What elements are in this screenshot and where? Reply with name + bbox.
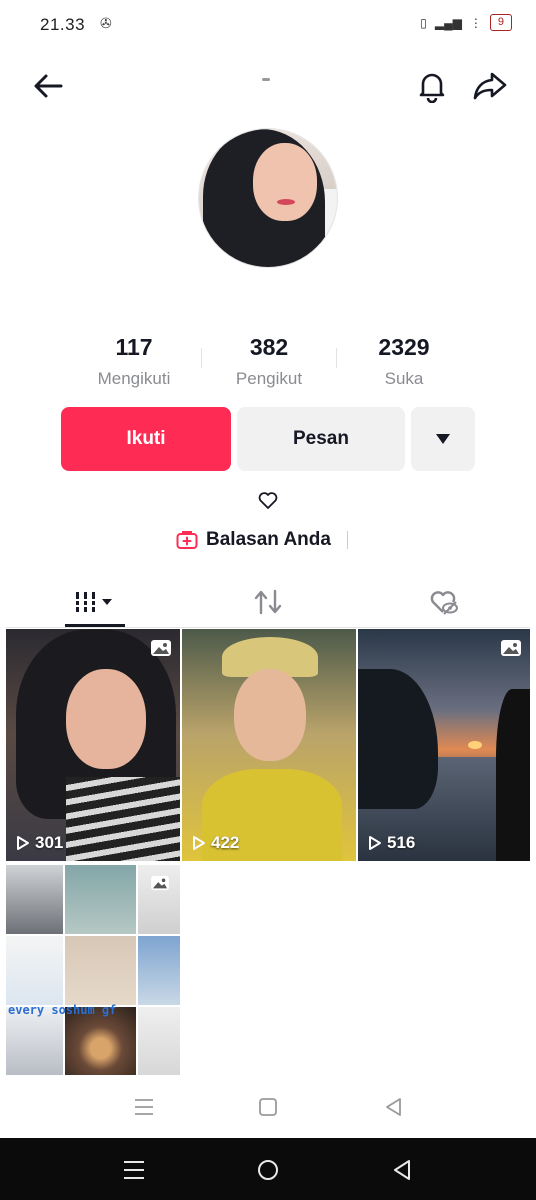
home-button[interactable] xyxy=(256,1096,280,1118)
notification-button[interactable] xyxy=(410,64,454,108)
following-label: Mengikuti xyxy=(97,369,171,388)
system-back-button[interactable] xyxy=(388,1156,416,1184)
view-count-value: 516 xyxy=(387,833,416,852)
tab-videos[interactable] xyxy=(66,584,126,620)
back-button[interactable] xyxy=(26,64,70,108)
stat-likes: 2329 Suka xyxy=(339,334,469,389)
follow-button[interactable]: Ikuti xyxy=(61,407,231,471)
followers-label: Pengikut xyxy=(235,369,303,388)
likes-label: Suka xyxy=(384,369,424,388)
share-button[interactable] xyxy=(468,64,512,108)
view-count: 301 xyxy=(16,833,63,853)
status-icons: ▯ ▂▄▆ ⋮ 9 xyxy=(420,14,512,31)
action-buttons: Ikuti Pesan xyxy=(0,407,536,471)
play-icon xyxy=(193,836,205,850)
bell-icon xyxy=(419,73,445,103)
view-count: 516 xyxy=(368,833,415,853)
status-bar: 21.33 ✇ ▯ ▂▄▆ ⋮ 9 xyxy=(0,0,536,48)
tab-liked[interactable] xyxy=(414,584,474,620)
tab-indicator xyxy=(65,624,125,627)
stat-divider xyxy=(336,348,337,368)
view-count-value: 422 xyxy=(211,833,240,852)
divider xyxy=(346,531,348,549)
heart-icon xyxy=(258,492,278,509)
top-nav xyxy=(0,60,536,114)
more-button[interactable] xyxy=(411,407,475,471)
media-icon: ✇ xyxy=(100,15,112,31)
photo-icon xyxy=(151,640,171,656)
following-count: 117 xyxy=(115,334,153,360)
stat-followers[interactable]: 382 Pengikut xyxy=(204,334,334,389)
collage-caption: every soshum gf xyxy=(8,1003,117,1017)
wifi-icon: ⋮ xyxy=(469,15,482,30)
menu-icon xyxy=(124,1161,144,1179)
replies-link[interactable]: Balasan Anda xyxy=(176,526,348,554)
square-icon xyxy=(259,1098,277,1116)
profile-stats: 117 Mengikuti 382 Pengikut 2329 Suka xyxy=(0,334,536,394)
battery-icon: 9 xyxy=(489,14,512,31)
system-menu-button[interactable] xyxy=(120,1156,148,1184)
liked-hidden-icon xyxy=(430,591,458,615)
recent-apps-button[interactable] xyxy=(132,1096,156,1118)
system-navigation-bar xyxy=(0,1138,536,1200)
stat-divider xyxy=(201,348,202,368)
video-tile[interactable]: 516 xyxy=(358,629,530,861)
video-tile[interactable]: 422 xyxy=(182,629,356,861)
tab-reposts[interactable] xyxy=(238,584,298,620)
username-placeholder xyxy=(262,78,270,81)
system-home-button[interactable] xyxy=(254,1156,282,1184)
share-icon xyxy=(473,72,507,100)
replies-label: Balasan Anda xyxy=(206,529,331,550)
content-tabs xyxy=(6,576,530,628)
reply-icon xyxy=(176,531,198,549)
stat-following[interactable]: 117 Mengikuti xyxy=(69,334,199,389)
play-icon xyxy=(369,836,381,850)
app-navigation-bar xyxy=(0,1076,536,1136)
photo-collage-tile[interactable]: every soshum gf xyxy=(6,865,180,1075)
caret-down-icon xyxy=(436,434,450,444)
vibrate-icon: ▯ xyxy=(420,15,427,30)
signal-icon: ▂▄▆ xyxy=(434,15,462,30)
menu-icon xyxy=(135,1099,153,1115)
avatar[interactable] xyxy=(198,128,338,268)
repost-icon xyxy=(254,589,282,615)
play-icon xyxy=(17,836,29,850)
photo-icon xyxy=(151,875,169,891)
view-count-value: 301 xyxy=(35,833,64,852)
photo-icon xyxy=(501,640,521,656)
followers-count: 382 xyxy=(249,334,289,360)
triangle-back-icon xyxy=(394,1160,410,1180)
circle-icon xyxy=(258,1160,278,1180)
video-tile[interactable]: 301 xyxy=(6,629,180,861)
back-nav-button[interactable] xyxy=(382,1096,406,1118)
grid-icon xyxy=(76,592,112,612)
view-count: 422 xyxy=(192,833,239,853)
status-time: 21.33 xyxy=(40,15,86,34)
arrow-left-icon xyxy=(34,74,63,98)
triangle-back-icon xyxy=(386,1098,401,1116)
message-button[interactable]: Pesan xyxy=(237,407,405,471)
likes-count: 2329 xyxy=(378,334,430,360)
